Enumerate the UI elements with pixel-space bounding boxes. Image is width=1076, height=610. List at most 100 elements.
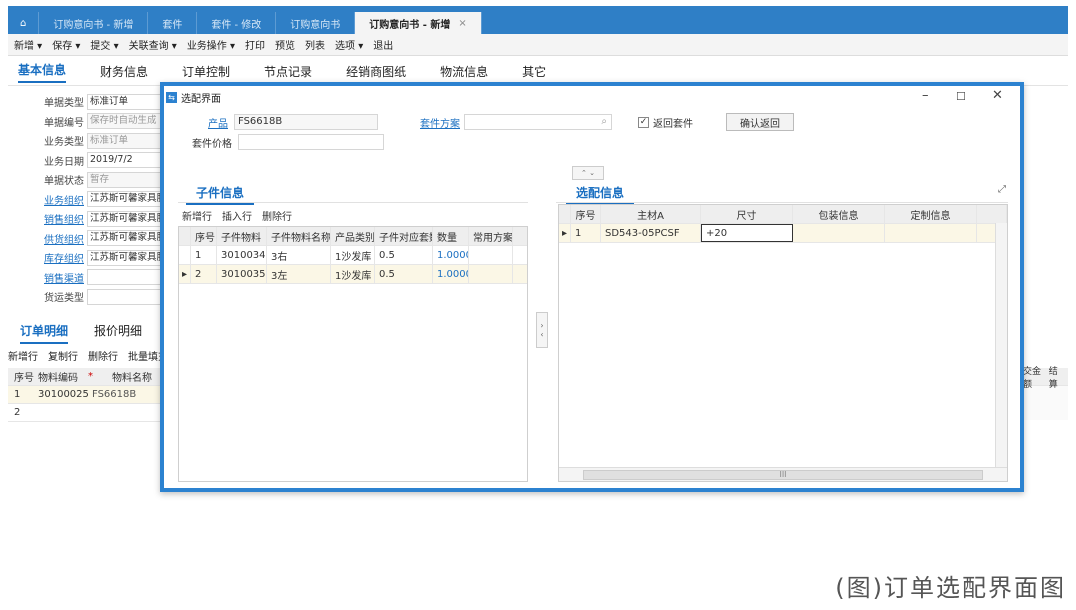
toolbar-preview[interactable]: 预览 xyxy=(275,37,295,52)
form-field[interactable] xyxy=(87,269,167,286)
table-cell[interactable]: 1沙发库 xyxy=(331,265,375,283)
form-label[interactable]: 销售渠道 xyxy=(30,270,84,285)
form-label[interactable]: 销售组织 xyxy=(30,211,84,226)
return-kit-checkbox[interactable]: ✓ xyxy=(638,117,649,128)
tab-order-new-1[interactable]: 订购意向书 - 新增 xyxy=(39,12,149,34)
tab-other[interactable]: 其它 xyxy=(522,63,546,80)
table-cell[interactable]: 3右 xyxy=(267,246,331,264)
tab-order[interactable]: 订购意向书 xyxy=(276,12,356,34)
table-cell[interactable] xyxy=(793,224,885,242)
table-cell[interactable]: 1 xyxy=(191,246,217,264)
tab-logistics-info[interactable]: 物流信息 xyxy=(440,63,488,80)
toolbar-options[interactable]: 选项 ▾ xyxy=(335,37,363,52)
table-cell[interactable]: 30100349 xyxy=(217,246,267,264)
form-field[interactable]: 保存时自动生成 xyxy=(87,113,167,130)
table-cell[interactable]: 3左 xyxy=(267,265,331,283)
toolbar-list[interactable]: 列表 xyxy=(305,37,325,52)
table-cell[interactable]: 2 xyxy=(191,265,217,283)
table-cell[interactable]: 0.5 xyxy=(375,265,433,283)
child-add-row-button[interactable]: 新增行 xyxy=(182,208,212,223)
close-icon[interactable]: ✕ xyxy=(992,88,1003,103)
close-tab-icon[interactable]: × xyxy=(458,18,466,29)
form-field[interactable]: 江苏斯可馨家具股 xyxy=(87,249,167,266)
home-tab[interactable]: ⌂ xyxy=(8,12,40,34)
collapse-toggle-icon[interactable]: ⌃ ⌄ xyxy=(572,166,604,180)
form-field[interactable]: 标准订单 xyxy=(87,132,167,149)
size-input[interactable]: +20 xyxy=(701,224,793,242)
tab-kit-edit[interactable]: 套件 - 修改 xyxy=(197,12,277,34)
table-cell[interactable] xyxy=(469,265,513,283)
tab-quote-detail[interactable]: 报价明细 xyxy=(94,322,142,344)
figure-caption: (图)订单选配界面图 xyxy=(835,574,1066,602)
row-material-code[interactable]: 30100025 xyxy=(34,389,89,400)
table-cell[interactable]: 1沙发库 xyxy=(331,246,375,264)
table-row[interactable]: 1 30100025 FS6618B xyxy=(8,386,163,404)
horizontal-scrollbar[interactable]: III xyxy=(559,467,1007,481)
form-field[interactable]: 2019/7/2 xyxy=(87,152,167,169)
toolbar-print[interactable]: 打印 xyxy=(245,37,265,52)
dialog-titlebar: ⇆ 选配界面 xyxy=(164,86,1020,108)
toolbar-submit[interactable]: 提交 ▾ xyxy=(90,37,118,52)
maximize-icon[interactable]: ☐ xyxy=(956,90,966,103)
form-field[interactable] xyxy=(87,288,167,305)
scrollbar-thumb[interactable]: III xyxy=(583,469,983,480)
kit-price-field[interactable] xyxy=(238,134,384,150)
table-cell[interactable]: 30100352 xyxy=(217,265,267,283)
tab-kit[interactable]: 套件 xyxy=(148,12,198,34)
col-settle: 结算 xyxy=(1048,366,1058,390)
table-row[interactable]: ▸ 2 30100352 3左 1沙发库 0.5 1.0000 xyxy=(179,265,527,284)
confirm-return-button[interactable]: 确认返回 xyxy=(726,113,794,131)
table-cell[interactable] xyxy=(885,224,977,242)
toolbar-save[interactable]: 保存 ▾ xyxy=(52,37,80,52)
minimize-icon[interactable]: – xyxy=(922,88,929,103)
form-field[interactable]: 标准订单 xyxy=(87,93,167,110)
tab-node-record[interactable]: 节点记录 xyxy=(264,63,312,80)
form-field[interactable]: 暂存 xyxy=(87,171,167,188)
form-label[interactable]: 库存组织 xyxy=(30,250,84,265)
tab-order-new-active[interactable]: 订购意向书 - 新增 × xyxy=(355,12,482,34)
tab-order-detail[interactable]: 订单明细 xyxy=(20,322,69,344)
kit-plan-label[interactable]: 套件方案 xyxy=(420,115,460,130)
table-cell[interactable]: 1.0000 xyxy=(433,246,469,264)
delete-row-button[interactable]: 删除行 xyxy=(88,348,118,363)
copy-row-button[interactable]: 复制行 xyxy=(48,348,78,363)
form-field[interactable]: 江苏斯可馨家具股 xyxy=(87,210,167,227)
table-cell[interactable] xyxy=(469,246,513,264)
table-cell[interactable]: 1 xyxy=(571,224,601,242)
kit-plan-field[interactable]: ⌕ xyxy=(464,114,612,130)
form-label[interactable]: 供货组织 xyxy=(30,231,84,246)
tab-finance-info[interactable]: 财务信息 xyxy=(100,63,148,80)
table-row[interactable]: 1 30100349 3右 1沙发库 0.5 1.0000 xyxy=(179,246,527,265)
toolbar-related-query[interactable]: 关联查询 ▾ xyxy=(129,37,177,52)
add-row-button[interactable]: 新增行 xyxy=(8,348,38,363)
form-label[interactable]: 业务组织 xyxy=(30,192,84,207)
child-grid: 序号 子件物料 子件物料名称 产品类别 子件对应套数 数量 常用方案 1 30100349 3右 1… xyxy=(178,226,528,482)
vertical-scrollbar[interactable] xyxy=(995,223,1007,467)
form-field[interactable]: 江苏斯可馨家具股 xyxy=(87,230,167,247)
splitter-arrows-icon[interactable]: › ‹ xyxy=(536,312,548,348)
app-logo-icon: ⇆ xyxy=(166,91,177,103)
toolbar-business-ops[interactable]: 业务操作 ▾ xyxy=(187,37,235,52)
toolbar-new[interactable]: 新增 ▾ xyxy=(14,37,42,52)
toolbar-exit[interactable]: 退出 xyxy=(373,37,393,52)
table-cell[interactable]: 1.0000 xyxy=(433,265,469,283)
col-material-code: 物料编码 xyxy=(38,373,78,384)
form-label: 单据编号 xyxy=(44,117,84,129)
form-field[interactable]: 江苏斯可馨家具股 xyxy=(87,191,167,208)
tab-basic-info[interactable]: 基本信息 xyxy=(18,61,67,83)
table-row[interactable]: 2 xyxy=(8,404,163,422)
child-delete-row-button[interactable]: 删除行 xyxy=(262,208,292,223)
table-cell[interactable]: 0.5 xyxy=(375,246,433,264)
tab-dealer-drawing[interactable]: 经销商图纸 xyxy=(346,63,406,80)
product-label[interactable]: 产品 xyxy=(208,115,228,130)
product-field[interactable]: FS6618B xyxy=(234,114,378,130)
column-header: 数量 xyxy=(433,227,469,245)
table-header: 序号 子件物料 子件物料名称 产品类别 子件对应套数 数量 常用方案 xyxy=(179,227,527,246)
row-indicator-icon: ▸ xyxy=(559,224,571,242)
table-row[interactable]: ▸ 1 SD543-05PCSF +20 xyxy=(559,224,1007,243)
child-insert-row-button[interactable]: 插入行 xyxy=(222,208,252,223)
tab-order-control[interactable]: 订单控制 xyxy=(182,63,230,80)
table-cell[interactable]: SD543-05PCSF xyxy=(601,224,701,242)
expand-icon[interactable]: ⤢ xyxy=(998,184,1006,195)
search-icon[interactable]: ⌕ xyxy=(601,115,607,129)
